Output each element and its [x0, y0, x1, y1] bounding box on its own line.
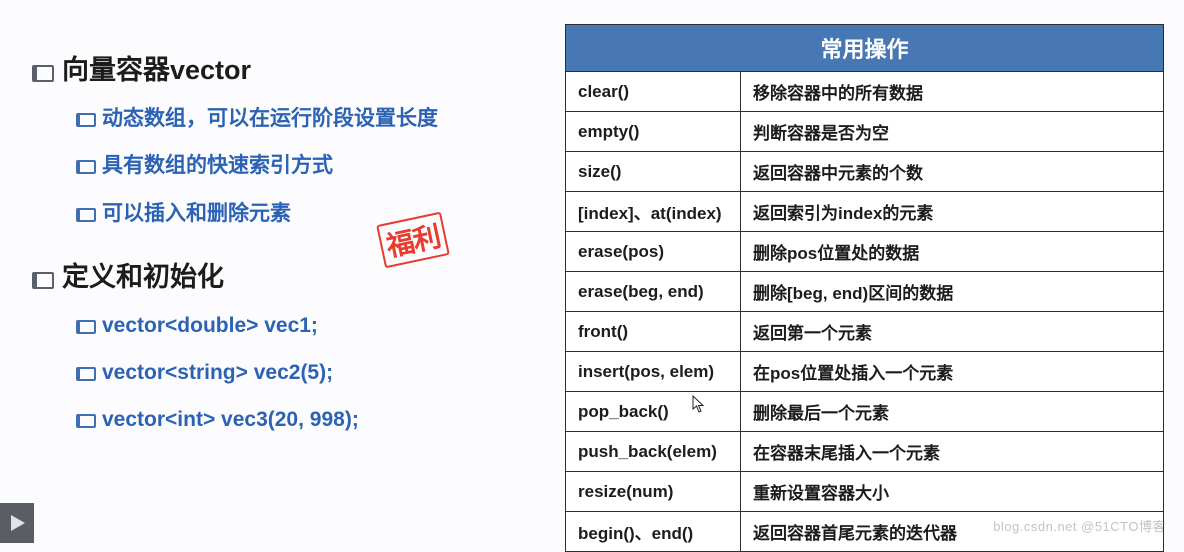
table-row: resize(num)重新设置容器大小 [566, 472, 1164, 512]
desc-cell: 返回容器中元素的个数 [741, 152, 1164, 192]
desc-cell: 判断容器是否为空 [741, 112, 1164, 152]
left-column: 向量容器vector 动态数组，可以在运行阶段设置长度 具有数组的快速索引方式 … [0, 0, 565, 543]
table-row: [index]、at(index)返回索引为index的元素 [566, 192, 1164, 232]
op-cell: begin()、end() [566, 512, 741, 552]
section1-list: 动态数组，可以在运行阶段设置长度 具有数组的快速索引方式 可以插入和删除元素 [32, 105, 555, 227]
list-item-text: vector<int> vec3(20, 998); [102, 408, 359, 431]
section1-title-text: 向量容器vector [62, 55, 251, 85]
table-row: erase(pos)删除pos位置处的数据 [566, 232, 1164, 272]
list-item-text: 可以插入和删除元素 [102, 202, 291, 225]
play-button[interactable] [0, 503, 34, 543]
op-cell: erase(beg, end) [566, 272, 741, 312]
bullet-icon [32, 270, 54, 288]
list-item: 动态数组，可以在运行阶段设置长度 [76, 105, 555, 132]
table-row: size()返回容器中元素的个数 [566, 152, 1164, 192]
desc-cell: 删除pos位置处的数据 [741, 232, 1164, 272]
right-column: 常用操作 clear()移除容器中的所有数据 empty()判断容器是否为空 s… [565, 0, 1184, 543]
table-row: pop_back()删除最后一个元素 [566, 392, 1164, 432]
desc-cell: 返回第一个元素 [741, 312, 1164, 352]
sub-bullet-icon [76, 207, 96, 221]
op-cell: insert(pos, elem) [566, 352, 741, 392]
op-cell: [index]、at(index) [566, 192, 741, 232]
list-item-text: 具有数组的快速索引方式 [102, 154, 333, 177]
list-item: vector<double> vec1; [76, 312, 555, 339]
list-item: vector<string> vec2(5); [76, 359, 555, 386]
desc-cell: 删除[beg, end)区间的数据 [741, 272, 1164, 312]
list-item-text: vector<string> vec2(5); [102, 361, 333, 384]
sub-bullet-icon [76, 366, 96, 380]
sub-bullet-icon [76, 319, 96, 333]
desc-cell: 在容器末尾插入一个元素 [741, 432, 1164, 472]
table-row: clear()移除容器中的所有数据 [566, 72, 1164, 112]
op-cell: front() [566, 312, 741, 352]
op-cell: empty() [566, 112, 741, 152]
op-cell: push_back(elem) [566, 432, 741, 472]
bullet-icon [32, 63, 54, 81]
sub-bullet-icon [76, 112, 96, 126]
desc-cell: 删除最后一个元素 [741, 392, 1164, 432]
table-header: 常用操作 [566, 25, 1164, 72]
slide-content: 向量容器vector 动态数组，可以在运行阶段设置长度 具有数组的快速索引方式 … [0, 0, 1184, 543]
table-row: front()返回第一个元素 [566, 312, 1164, 352]
list-item-text: 动态数组，可以在运行阶段设置长度 [102, 107, 438, 130]
desc-cell: 返回索引为index的元素 [741, 192, 1164, 232]
op-cell: clear() [566, 72, 741, 112]
table-row: empty()判断容器是否为空 [566, 112, 1164, 152]
operations-table: 常用操作 clear()移除容器中的所有数据 empty()判断容器是否为空 s… [565, 24, 1164, 552]
op-cell: pop_back() [566, 392, 741, 432]
section2-title-text: 定义和初始化 [62, 262, 224, 292]
section2-heading: 定义和初始化 [32, 255, 555, 294]
op-cell: erase(pos) [566, 232, 741, 272]
list-item: 具有数组的快速索引方式 [76, 152, 555, 179]
op-cell: size() [566, 152, 741, 192]
op-cell: resize(num) [566, 472, 741, 512]
sub-bullet-icon [76, 159, 96, 173]
table-row: insert(pos, elem)在pos位置处插入一个元素 [566, 352, 1164, 392]
table-row: push_back(elem)在容器末尾插入一个元素 [566, 432, 1164, 472]
list-item-text: vector<double> vec1; [102, 314, 318, 337]
watermark-text: blog.csdn.net @51CTO博客 [993, 516, 1166, 535]
desc-cell: 在pos位置处插入一个元素 [741, 352, 1164, 392]
section2-list: vector<double> vec1; vector<string> vec2… [32, 312, 555, 434]
table-body: clear()移除容器中的所有数据 empty()判断容器是否为空 size()… [566, 72, 1164, 552]
list-item: vector<int> vec3(20, 998); [76, 406, 555, 433]
desc-cell: 移除容器中的所有数据 [741, 72, 1164, 112]
sub-bullet-icon [76, 413, 96, 427]
section1-heading: 向量容器vector [32, 48, 555, 87]
table-row: erase(beg, end)删除[beg, end)区间的数据 [566, 272, 1164, 312]
list-item: 可以插入和删除元素 [76, 200, 555, 227]
desc-cell: 重新设置容器大小 [741, 472, 1164, 512]
